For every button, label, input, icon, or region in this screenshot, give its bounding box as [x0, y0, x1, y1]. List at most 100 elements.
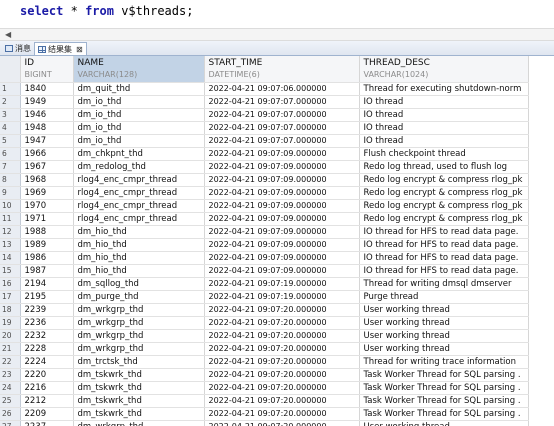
cell-start-time[interactable]: 2022-04-21 09:07:19.000000	[204, 290, 360, 304]
cell-thread-desc[interactable]: Redo log encrypt & compress rlog_pk	[359, 186, 529, 200]
cell-name[interactable]: dm_tskwrk_thd	[73, 368, 205, 382]
cell-start-time[interactable]: 2022-04-21 09:07:20.000000	[204, 342, 360, 356]
cell-id[interactable]: 2237	[20, 420, 74, 426]
row-number[interactable]: 3	[0, 108, 21, 122]
table-row[interactable]: 4 1948 dm_io_thd 2022-04-21 09:07:07.000000…	[0, 121, 529, 135]
cell-name[interactable]: rlog4_enc_cmpr_thread	[73, 173, 205, 187]
cell-start-time[interactable]: 2022-04-21 09:07:20.000000	[204, 316, 360, 330]
cell-start-time[interactable]: 2022-04-21 09:07:19.000000	[204, 277, 360, 291]
cell-id[interactable]: 1947	[20, 134, 74, 148]
row-number-header[interactable]	[0, 56, 21, 83]
cell-name[interactable]: dm_hio_thd	[73, 264, 205, 278]
row-number[interactable]: 16	[0, 277, 21, 291]
table-row[interactable]: 6 1966 dm_chkpnt_thd 2022-04-21 09:07:09.00…	[0, 147, 529, 161]
row-number[interactable]: 25	[0, 394, 21, 408]
row-number[interactable]: 20	[0, 329, 21, 343]
cell-name[interactable]: rlog4_enc_cmpr_thread	[73, 199, 205, 213]
cell-thread-desc[interactable]: Thread for executing shutdown-norm	[359, 82, 529, 96]
cell-thread-desc[interactable]: IO thread	[359, 108, 529, 122]
row-number[interactable]: 2	[0, 95, 21, 109]
table-row[interactable]: 11 1971 rlog4_enc_cmpr_thread 2022-04-21 09…	[0, 212, 529, 226]
row-number[interactable]: 14	[0, 251, 21, 265]
table-row[interactable]: 22 2224 dm_trctsk_thd 2022-04-21 09:07:20.0…	[0, 355, 529, 369]
cell-name[interactable]: dm_wrkgrp_thd	[73, 303, 205, 317]
cell-name[interactable]: dm_wrkgrp_thd	[73, 420, 205, 426]
cell-thread-desc[interactable]: User working thread	[359, 329, 529, 343]
cell-name[interactable]: dm_tskwrk_thd	[73, 407, 205, 421]
table-row[interactable]: 272237dm_wrkgrp_thd2022-04-21 09:07:20.0…	[0, 420, 529, 426]
cell-thread-desc[interactable]: IO thread	[359, 95, 529, 109]
cell-name[interactable]: dm_quit_thd	[73, 82, 205, 96]
cell-start-time[interactable]: 2022-04-21 09:07:20.000000	[204, 394, 360, 408]
cell-name[interactable]: dm_wrkgrp_thd	[73, 316, 205, 330]
cell-name[interactable]: dm_hio_thd	[73, 225, 205, 239]
sql-editor[interactable]: select * from v$threads;	[0, 0, 554, 28]
cell-name[interactable]: dm_io_thd	[73, 134, 205, 148]
table-row[interactable]: 15 1987 dm_hio_thd 2022-04-21 09:07:09.0000…	[0, 264, 529, 278]
table-row[interactable]: 26 2209 dm_tskwrk_thd 2022-04-21 09:07:20.0…	[0, 407, 529, 421]
cell-start-time[interactable]: 2022-04-21 09:07:20.000000	[204, 329, 360, 343]
cell-name[interactable]: dm_hio_thd	[73, 251, 205, 265]
row-number[interactable]: 1	[0, 82, 21, 96]
cell-thread-desc[interactable]: User working thread	[359, 303, 529, 317]
tab-messages[interactable]: 消息	[2, 42, 34, 55]
cell-id[interactable]: 2195	[20, 290, 74, 304]
cell-start-time[interactable]: 2022-04-21 09:07:07.000000	[204, 134, 360, 148]
cell-id[interactable]: 1967	[20, 160, 74, 174]
cell-thread-desc[interactable]: IO thread for HFS to read data page.	[359, 264, 529, 278]
cell-id[interactable]: 2239	[20, 303, 74, 317]
cell-thread-desc[interactable]: Thread for writing dmsql dmserver	[359, 277, 529, 291]
cell-thread-desc[interactable]: IO thread for HFS to read data page.	[359, 251, 529, 265]
editor-horizontal-scrollbar[interactable]: ◀	[0, 28, 554, 41]
cell-name[interactable]: dm_wrkgrp_thd	[73, 329, 205, 343]
cell-id[interactable]: 1971	[20, 212, 74, 226]
cell-name[interactable]: dm_sqllog_thd	[73, 277, 205, 291]
row-number[interactable]: 11	[0, 212, 21, 226]
cell-id[interactable]: 2236	[20, 316, 74, 330]
row-number[interactable]: 8	[0, 173, 21, 187]
cell-start-time[interactable]: 2022-04-21 09:07:20.000000	[204, 407, 360, 421]
cell-name[interactable]: dm_io_thd	[73, 95, 205, 109]
table-row[interactable]: 13 1989 dm_hio_thd 2022-04-21 09:07:09.0000…	[0, 238, 529, 252]
cell-id[interactable]: 1987	[20, 264, 74, 278]
cell-name[interactable]: dm_trctsk_thd	[73, 355, 205, 369]
row-number[interactable]: 13	[0, 238, 21, 252]
row-number[interactable]: 23	[0, 368, 21, 382]
table-row[interactable]: 14 1986 dm_hio_thd 2022-04-21 09:07:09.0000…	[0, 251, 529, 265]
row-number[interactable]: 7	[0, 160, 21, 174]
table-row[interactable]: 23 2220 dm_tskwrk_thd 2022-04-21 09:07:20.0…	[0, 368, 529, 382]
scroll-left-arrow-icon[interactable]: ◀	[5, 30, 11, 39]
row-number[interactable]: 17	[0, 290, 21, 304]
table-row[interactable]: 2 1949 dm_io_thd 2022-04-21 09:07:07.000000…	[0, 95, 529, 109]
cell-start-time[interactable]: 2022-04-21 09:07:07.000000	[204, 95, 360, 109]
cell-id[interactable]: 1840	[20, 82, 74, 96]
table-row[interactable]: 3 1946 dm_io_thd 2022-04-21 09:07:07.000000…	[0, 108, 529, 122]
cell-id[interactable]: 1948	[20, 121, 74, 135]
cell-start-time[interactable]: 2022-04-21 09:07:07.000000	[204, 108, 360, 122]
cell-name[interactable]: dm_tskwrk_thd	[73, 394, 205, 408]
cell-id[interactable]: 2224	[20, 355, 74, 369]
cell-name[interactable]: dm_wrkgrp_thd	[73, 342, 205, 356]
cell-id[interactable]: 1946	[20, 108, 74, 122]
cell-name[interactable]: dm_tskwrk_thd	[73, 381, 205, 395]
row-number[interactable]: 22	[0, 355, 21, 369]
cell-thread-desc[interactable]: IO thread	[359, 121, 529, 135]
cell-id[interactable]: 2220	[20, 368, 74, 382]
table-row[interactable]: 10 1970 rlog4_enc_cmpr_thread 2022-04-21 09…	[0, 199, 529, 213]
row-number[interactable]: 12	[0, 225, 21, 239]
table-row[interactable]: 12 1988 dm_hio_thd 2022-04-21 09:07:09.0000…	[0, 225, 529, 239]
cell-thread-desc[interactable]: Redo log thread, used to flush log	[359, 160, 529, 174]
row-number[interactable]: 9	[0, 186, 21, 200]
cell-start-time[interactable]: 2022-04-21 09:07:09.000000	[204, 160, 360, 174]
column-header-name[interactable]: NAME VARCHAR(128)	[73, 56, 205, 83]
row-number[interactable]: 27	[0, 420, 21, 426]
cell-id[interactable]: 1968	[20, 173, 74, 187]
cell-start-time[interactable]: 2022-04-21 09:07:09.000000	[204, 173, 360, 187]
cell-start-time[interactable]: 2022-04-21 09:07:07.000000	[204, 121, 360, 135]
tab-result-set[interactable]: 结果集 ⊠	[34, 42, 87, 55]
cell-thread-desc[interactable]: Task Worker Thread for SQL parsing .	[359, 381, 529, 395]
cell-start-time[interactable]: 2022-04-21 09:07:20.000000	[204, 303, 360, 317]
cell-start-time[interactable]: 2022-04-21 09:07:09.000000	[204, 225, 360, 239]
cell-thread-desc[interactable]: Purge thread	[359, 290, 529, 304]
cell-start-time[interactable]: 2022-04-21 09:07:09.000000	[204, 238, 360, 252]
